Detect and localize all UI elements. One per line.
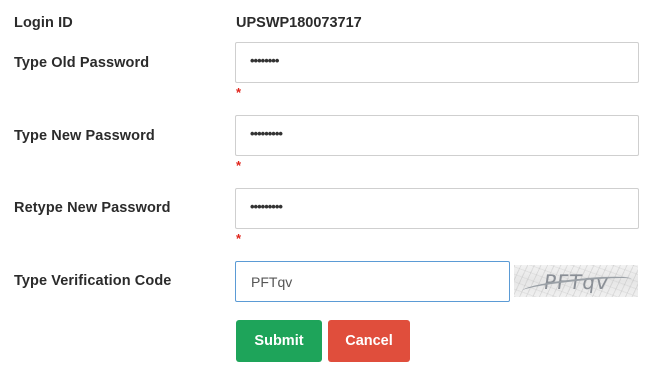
- old-password-value: ••••••••: [250, 53, 279, 68]
- login-id-label: Login ID: [14, 15, 73, 31]
- verification-code-input[interactable]: PFTqv: [235, 261, 510, 302]
- new-password-label: Type New Password: [14, 128, 155, 144]
- submit-button[interactable]: Submit: [236, 320, 322, 362]
- retype-password-label: Retype New Password: [14, 200, 171, 216]
- old-password-label: Type Old Password: [14, 55, 150, 71]
- captcha-image: PFTqv: [514, 265, 638, 297]
- old-password-required-mark: *: [236, 85, 242, 100]
- verification-code-value: PFTqv: [251, 274, 293, 290]
- retype-password-value: •••••••••: [250, 199, 283, 214]
- new-password-value: •••••••••: [250, 126, 283, 141]
- cancel-button[interactable]: Cancel: [328, 320, 410, 362]
- verification-code-label: Type Verification Code: [14, 273, 172, 289]
- login-id-value: UPSWP180073717: [236, 15, 362, 31]
- retype-password-required-mark: *: [236, 231, 242, 246]
- new-password-input[interactable]: •••••••••: [235, 115, 639, 156]
- retype-password-input[interactable]: •••••••••: [235, 188, 639, 229]
- old-password-input[interactable]: ••••••••: [235, 42, 639, 83]
- new-password-required-mark: *: [236, 158, 242, 173]
